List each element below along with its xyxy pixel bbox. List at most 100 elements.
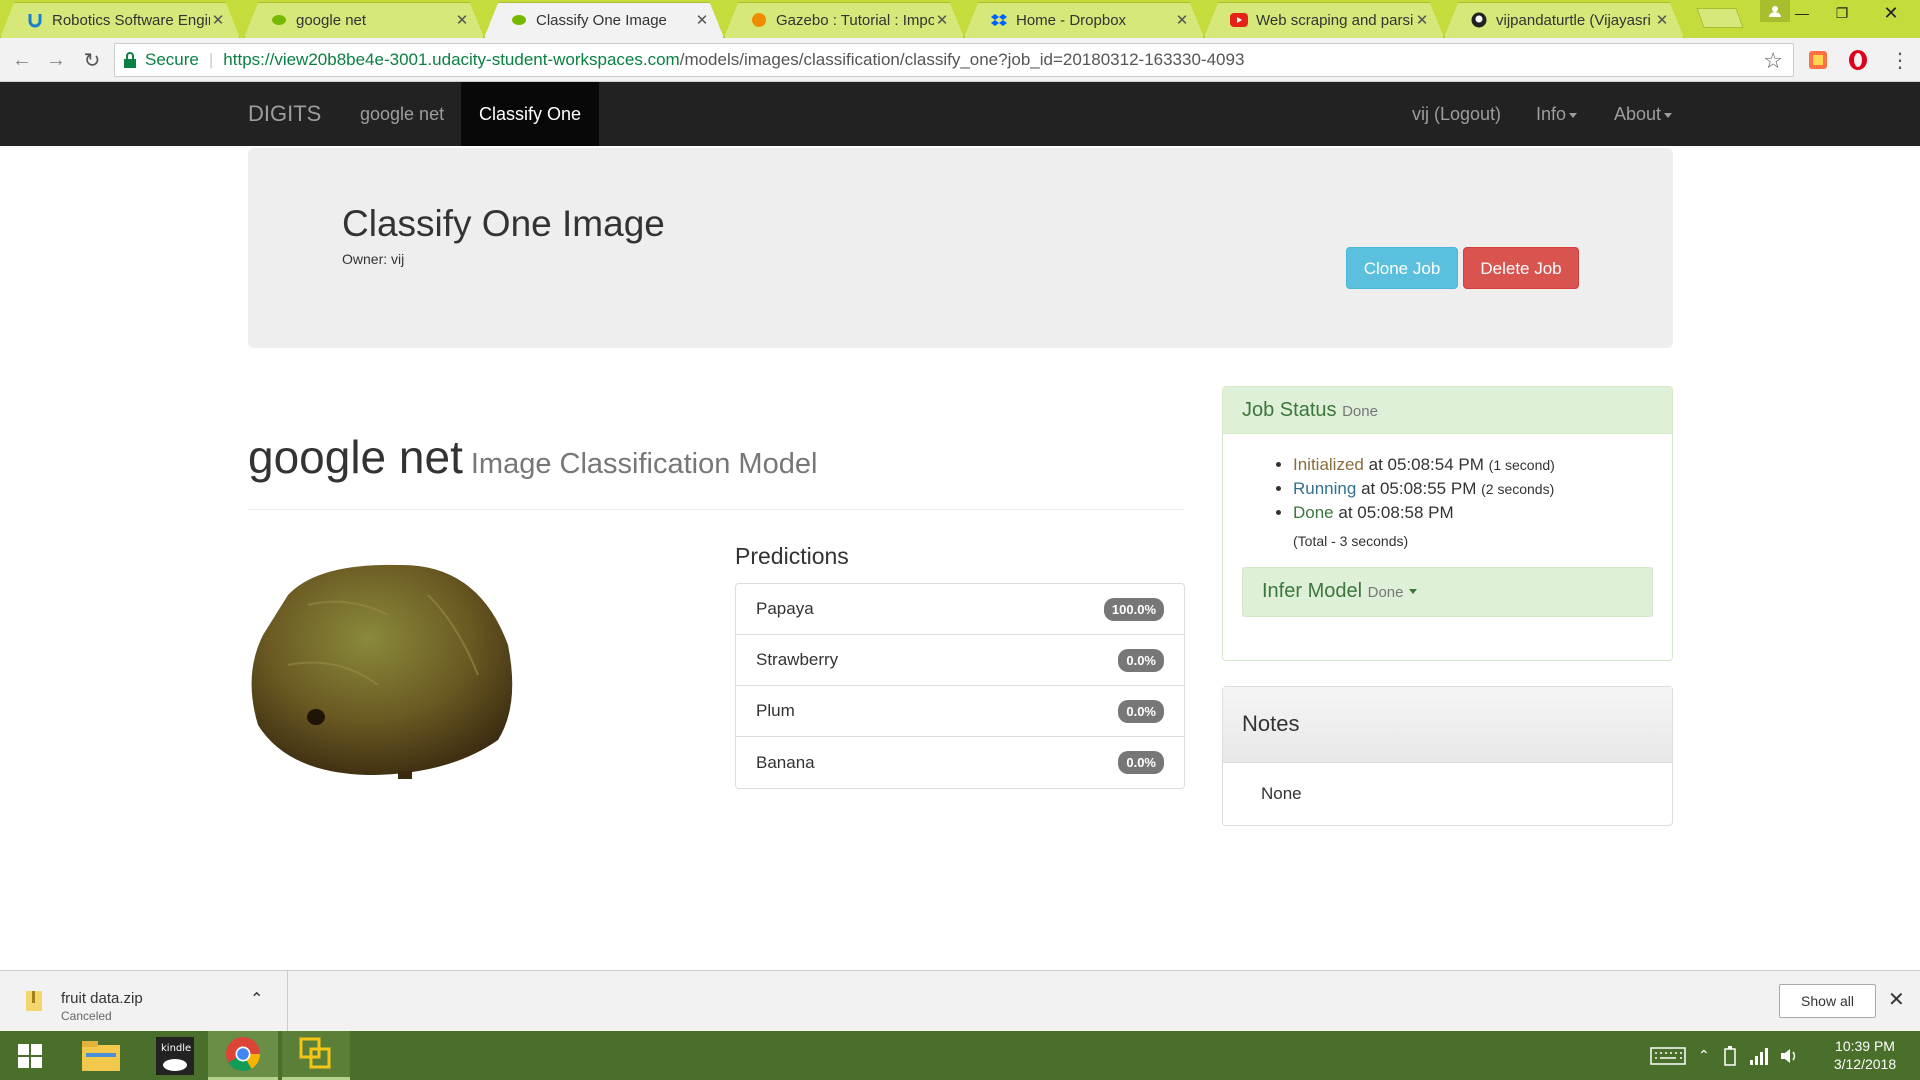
download-item[interactable]: fruit data.zip Canceled ⌃ [0, 971, 288, 1032]
tab-dropbox[interactable]: Home - Dropbox ✕ [964, 2, 1204, 38]
prediction-label: Banana [756, 752, 815, 772]
nav-info-label: Info [1536, 104, 1567, 124]
clone-job-button[interactable]: Clone Job [1346, 247, 1458, 289]
event-name: Running [1293, 479, 1357, 498]
back-icon[interactable]: ← [10, 48, 34, 72]
job-status-heading: Job Status Done [1223, 387, 1672, 434]
tab-close-icon[interactable]: ✕ [1414, 11, 1430, 29]
prediction-badge: 0.0% [1118, 699, 1164, 723]
status-event: Running at 05:08:55 PM (2 seconds) [1293, 479, 1555, 499]
taskbar: kindle ⌃ 10:39 PM 3/12/2018 [0, 1031, 1920, 1080]
kindle-icon[interactable]: kindle [142, 1031, 208, 1080]
chevron-up-icon[interactable]: ⌃ [1698, 1047, 1710, 1064]
job-status-state: Done [1342, 403, 1378, 420]
volume-icon[interactable] [1780, 1047, 1800, 1065]
prediction-badge: 100.0% [1103, 597, 1164, 621]
nav-classify-one[interactable]: Classify One [461, 82, 600, 146]
show-all-button[interactable]: Show all [1779, 984, 1876, 1018]
window-close-icon[interactable]: ✕ [1862, 0, 1920, 26]
keyboard-icon[interactable] [1650, 1046, 1686, 1066]
notes-panel: Notes None [1222, 686, 1673, 826]
prediction-badge: 0.0% [1118, 751, 1164, 774]
event-name: Initialized [1293, 455, 1364, 474]
delete-job-button[interactable]: Delete Job [1463, 247, 1579, 289]
taskbar-clock[interactable]: 10:39 PM 3/12/2018 [1830, 1037, 1900, 1073]
tab-close-icon[interactable]: ✕ [454, 11, 470, 29]
address-bar[interactable]: Secure | https://view20b8be4e-3001.udaci… [114, 43, 1794, 77]
tab-youtube[interactable]: Web scraping and parsin ✕ [1204, 2, 1444, 38]
chrome-icon[interactable] [208, 1031, 278, 1080]
tab-google-net[interactable]: google net ✕ [244, 2, 484, 38]
new-tab-button[interactable] [1696, 8, 1744, 28]
bookmark-star-icon[interactable]: ☆ [1763, 48, 1783, 74]
github-icon [1470, 11, 1488, 29]
nav-logout[interactable]: vij (Logout) [1394, 82, 1519, 146]
chevron-up-icon[interactable]: ⌃ [250, 989, 263, 1009]
job-status-panel: Job Status Done Initialized at 05:08:54 … [1222, 386, 1673, 661]
file-explorer-icon[interactable] [68, 1031, 134, 1080]
tab-title: vijpandaturtle (Vijayasri [1496, 11, 1651, 29]
reload-icon[interactable]: ↻ [80, 48, 104, 72]
downloads-close-icon[interactable]: ✕ [1888, 987, 1905, 1012]
opera-icon[interactable] [1846, 48, 1870, 72]
status-events: Initialized at 05:08:54 PM (1 second) Ru… [1293, 455, 1555, 527]
prediction-row: Papaya 100.0% [736, 584, 1184, 635]
secure-label: Secure [145, 50, 199, 69]
brand-logo[interactable]: DIGITS [248, 82, 321, 146]
status-event: Initialized at 05:08:54 PM (1 second) [1293, 455, 1555, 475]
tab-close-icon[interactable]: ✕ [1654, 11, 1670, 29]
windows-start-icon[interactable] [0, 1031, 60, 1080]
notes-title: Notes [1223, 687, 1672, 763]
vmware-icon[interactable] [282, 1031, 350, 1080]
tab-title: Home - Dropbox [1016, 11, 1127, 29]
downloads-bar: fruit data.zip Canceled ⌃ Show all ✕ [0, 970, 1920, 1032]
youtube-icon [1230, 11, 1248, 29]
battery-icon[interactable] [1722, 1045, 1738, 1066]
tab-robotics[interactable]: Robotics Software Engin ✕ [0, 2, 240, 38]
tab-close-icon[interactable]: ✕ [694, 11, 710, 29]
infer-model-label: Infer Model [1262, 580, 1363, 602]
svg-text:kindle: kindle [161, 1043, 191, 1054]
nav-google-net[interactable]: google net [342, 82, 462, 146]
infer-model-toggle[interactable]: Infer Model Done [1242, 567, 1653, 617]
tab-close-icon[interactable]: ✕ [934, 11, 950, 29]
tab-title: Gazebo : Tutorial : Impo [776, 11, 934, 29]
nvidia-icon [270, 11, 288, 29]
system-tray: ⌃ [1650, 1031, 1800, 1080]
notes-body: None [1261, 784, 1302, 803]
url-separator: | [208, 50, 214, 69]
event-time: at 05:08:54 PM [1368, 455, 1484, 474]
forward-icon[interactable]: → [44, 48, 68, 72]
caret-down-icon [1664, 112, 1673, 118]
nvidia-icon [510, 11, 528, 29]
zip-file-icon [26, 991, 42, 1011]
network-icon[interactable] [1749, 1047, 1768, 1065]
clock-time: 10:39 PM [1835, 1038, 1895, 1054]
caret-down-icon [1409, 589, 1418, 595]
tab-close-icon[interactable]: ✕ [1174, 11, 1190, 29]
dropbox-icon [990, 11, 1008, 29]
tab-close-icon[interactable]: ✕ [210, 11, 226, 29]
tab-classify-one-image[interactable]: Classify One Image ✕ [484, 2, 724, 38]
browser-menu-icon[interactable]: ⋮ [1890, 48, 1910, 73]
prediction-label: Papaya [756, 599, 814, 618]
predictions-list: Papaya 100.0% Strawberry 0.0% Plum 0.0% … [735, 583, 1185, 789]
gazebo-icon [750, 11, 768, 29]
app-navbar: DIGITS google net Classify One vij (Logo… [0, 82, 1920, 146]
model-subtitle: Image Classification Model [470, 448, 818, 480]
nav-about-dropdown[interactable]: About [1596, 82, 1690, 146]
event-time: at 05:08:58 PM [1338, 503, 1454, 522]
clock-date: 3/12/2018 [1833, 1056, 1897, 1072]
job-owner: Owner: vij [342, 251, 405, 267]
prediction-row: Strawberry 0.0% [736, 635, 1184, 686]
tab-gazebo[interactable]: Gazebo : Tutorial : Impo ✕ [724, 2, 964, 38]
minimize-icon[interactable]: — [1782, 0, 1822, 26]
tab-title: Web scraping and parsin [1256, 11, 1414, 29]
browser-toolbar: ← → ↻ Secure | https://view20b8be4e-3001… [0, 38, 1920, 82]
restore-icon[interactable]: ❐ [1822, 0, 1862, 26]
nav-about-label: About [1614, 104, 1662, 124]
nav-info-dropdown[interactable]: Info [1518, 82, 1595, 146]
tab-github[interactable]: vijpandaturtle (Vijayasri ✕ [1444, 2, 1684, 38]
extension-icon[interactable] [1806, 48, 1830, 72]
lock-icon [124, 52, 136, 68]
